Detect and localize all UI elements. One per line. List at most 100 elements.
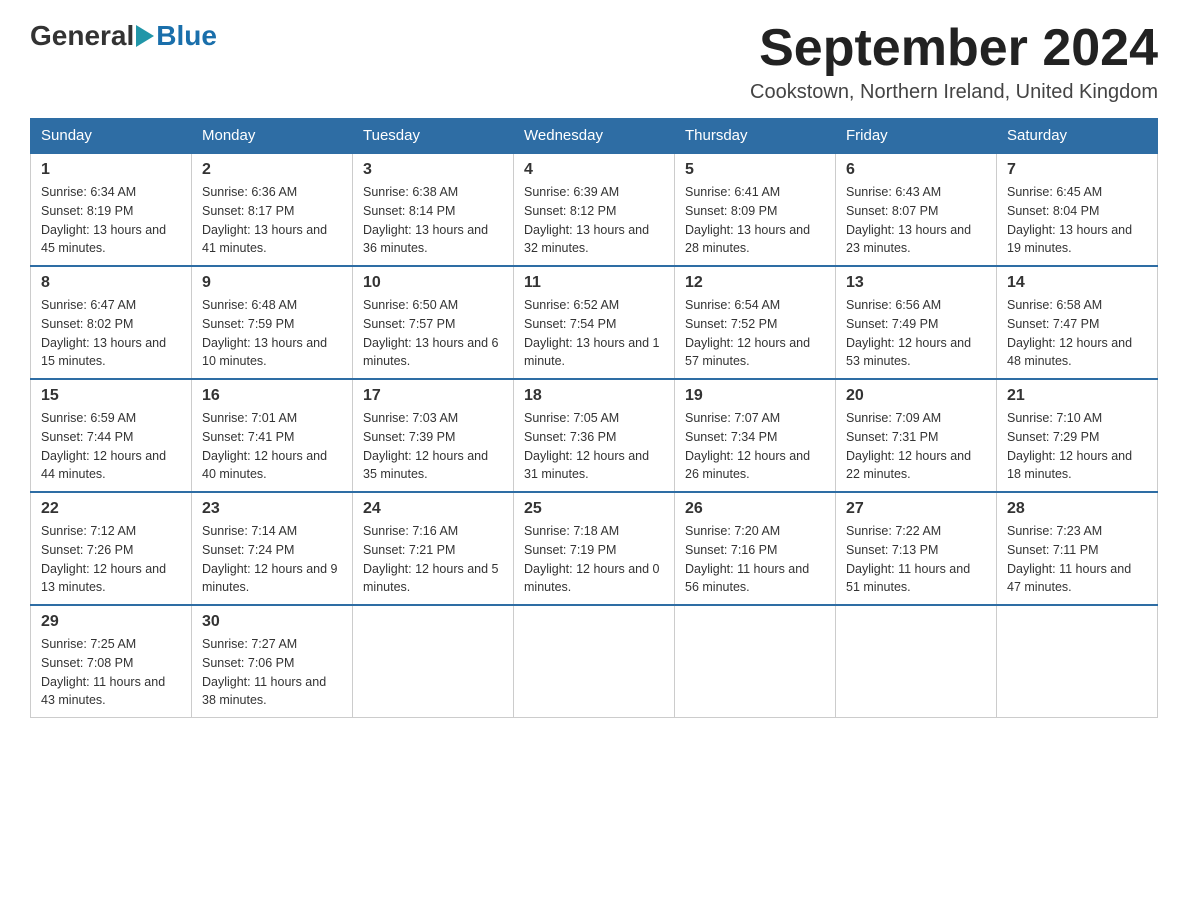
calendar-week-row: 29 Sunrise: 7:25 AMSunset: 7:08 PMDayligh… [31,605,1158,718]
calendar-cell: 23Sunrise: 7:14 AMSunset: 7:24 PMDayligh… [192,492,353,605]
calendar-header-row: SundayMondayTuesdayWednesdayThursdayFrid… [31,119,1158,154]
day-info: Sunrise: 7:20 AMSunset: 7:16 PMDaylight:… [685,522,825,597]
day-number: 26 [685,500,825,518]
day-number: 7 [1007,161,1147,179]
calendar-cell: 12 Sunrise: 6:54 AMSunset: 7:52 PMDayligh… [675,266,836,379]
calendar-cell: 5 Sunrise: 6:41 AMSunset: 8:09 PMDaylight… [675,153,836,266]
day-number: 20 [846,387,986,405]
logo-chevron-icon [136,25,154,47]
location-text: Cookstown, Northern Ireland, United King… [750,81,1158,104]
calendar-cell: 28 Sunrise: 7:23 AMSunset: 7:11 PMDayligh… [997,492,1158,605]
day-number: 1 [41,161,181,179]
col-header-friday: Friday [836,119,997,154]
calendar-cell [997,605,1158,718]
day-number: 29 [41,613,181,631]
calendar-cell: 11 Sunrise: 6:52 AMSunset: 7:54 PMDayligh… [514,266,675,379]
col-header-sunday: Sunday [31,119,192,154]
day-info: Sunrise: 6:48 AMSunset: 7:59 PMDaylight:… [202,296,342,371]
day-number: 25 [524,500,664,518]
calendar-week-row: 1 Sunrise: 6:34 AMSunset: 8:19 PMDaylight… [31,153,1158,266]
day-info: Sunrise: 6:36 AMSunset: 8:17 PMDaylight:… [202,183,342,258]
day-info: Sunrise: 6:50 AMSunset: 7:57 PMDaylight:… [363,296,503,371]
calendar-cell: 21 Sunrise: 7:10 AMSunset: 7:29 PMDayligh… [997,379,1158,492]
day-number: 19 [685,387,825,405]
day-info: Sunrise: 6:38 AMSunset: 8:14 PMDaylight:… [363,183,503,258]
calendar-cell: 24Sunrise: 7:16 AMSunset: 7:21 PMDayligh… [353,492,514,605]
day-number: 2 [202,161,342,179]
calendar-cell: 2 Sunrise: 6:36 AMSunset: 8:17 PMDaylight… [192,153,353,266]
col-header-monday: Monday [192,119,353,154]
day-number: 8 [41,274,181,292]
calendar-cell: 16 Sunrise: 7:01 AMSunset: 7:41 PMDayligh… [192,379,353,492]
day-info: Sunrise: 7:05 AMSunset: 7:36 PMDaylight:… [524,409,664,484]
day-info: Sunrise: 6:45 AMSunset: 8:04 PMDaylight:… [1007,183,1147,258]
day-info: Sunrise: 7:09 AMSunset: 7:31 PMDaylight:… [846,409,986,484]
calendar-cell: 30 Sunrise: 7:27 AMSunset: 7:06 PMDayligh… [192,605,353,718]
day-info: Sunrise: 6:34 AMSunset: 8:19 PMDaylight:… [41,183,181,258]
calendar-cell [353,605,514,718]
calendar-cell: 20 Sunrise: 7:09 AMSunset: 7:31 PMDayligh… [836,379,997,492]
day-info: Sunrise: 7:23 AMSunset: 7:11 PMDaylight:… [1007,522,1147,597]
calendar-cell: 8Sunrise: 6:47 AMSunset: 8:02 PMDaylight… [31,266,192,379]
calendar-cell [836,605,997,718]
day-number: 16 [202,387,342,405]
day-info: Sunrise: 7:12 AMSunset: 7:26 PMDaylight:… [41,522,181,597]
day-info: Sunrise: 7:03 AMSunset: 7:39 PMDaylight:… [363,409,503,484]
month-title: September 2024 [750,20,1158,77]
day-number: 5 [685,161,825,179]
title-section: September 2024 Cookstown, Northern Irela… [750,20,1158,104]
logo-blue-text: Blue [156,20,217,52]
day-number: 22 [41,500,181,518]
day-number: 14 [1007,274,1147,292]
calendar-cell: 22 Sunrise: 7:12 AMSunset: 7:26 PMDayligh… [31,492,192,605]
day-info: Sunrise: 6:43 AMSunset: 8:07 PMDaylight:… [846,183,986,258]
day-info: Sunrise: 6:54 AMSunset: 7:52 PMDaylight:… [685,296,825,371]
day-number: 27 [846,500,986,518]
day-number: 28 [1007,500,1147,518]
day-info: Sunrise: 7:18 AMSunset: 7:19 PMDaylight:… [524,522,664,597]
day-number: 9 [202,274,342,292]
logo-general-text: General [30,20,134,52]
page-header: General Blue September 2024 Cookstown, N… [30,20,1158,104]
calendar-cell: 18 Sunrise: 7:05 AMSunset: 7:36 PMDayligh… [514,379,675,492]
day-info: Sunrise: 6:56 AMSunset: 7:49 PMDaylight:… [846,296,986,371]
calendar-cell: 4Sunrise: 6:39 AMSunset: 8:12 PMDaylight… [514,153,675,266]
day-info: Sunrise: 6:58 AMSunset: 7:47 PMDaylight:… [1007,296,1147,371]
calendar-week-row: 15Sunrise: 6:59 AMSunset: 7:44 PMDayligh… [31,379,1158,492]
day-info: Sunrise: 7:22 AMSunset: 7:13 PMDaylight:… [846,522,986,597]
calendar-cell [675,605,836,718]
day-info: Sunrise: 7:25 AMSunset: 7:08 PMDaylight:… [41,635,181,710]
day-info: Sunrise: 6:41 AMSunset: 8:09 PMDaylight:… [685,183,825,258]
day-info: Sunrise: 6:52 AMSunset: 7:54 PMDaylight:… [524,296,664,371]
calendar-cell: 27 Sunrise: 7:22 AMSunset: 7:13 PMDayligh… [836,492,997,605]
day-number: 21 [1007,387,1147,405]
calendar-cell [514,605,675,718]
calendar-cell: 7 Sunrise: 6:45 AMSunset: 8:04 PMDaylight… [997,153,1158,266]
day-number: 30 [202,613,342,631]
day-info: Sunrise: 7:27 AMSunset: 7:06 PMDaylight:… [202,635,342,710]
calendar-cell: 13Sunrise: 6:56 AMSunset: 7:49 PMDayligh… [836,266,997,379]
col-header-thursday: Thursday [675,119,836,154]
calendar-cell: 1 Sunrise: 6:34 AMSunset: 8:19 PMDaylight… [31,153,192,266]
day-number: 23 [202,500,342,518]
calendar-table: SundayMondayTuesdayWednesdayThursdayFrid… [30,118,1158,718]
day-number: 4 [524,161,664,179]
calendar-cell: 3 Sunrise: 6:38 AMSunset: 8:14 PMDaylight… [353,153,514,266]
calendar-cell: 9 Sunrise: 6:48 AMSunset: 7:59 PMDaylight… [192,266,353,379]
calendar-week-row: 22 Sunrise: 7:12 AMSunset: 7:26 PMDayligh… [31,492,1158,605]
day-number: 17 [363,387,503,405]
calendar-cell: 15Sunrise: 6:59 AMSunset: 7:44 PMDayligh… [31,379,192,492]
day-info: Sunrise: 7:16 AMSunset: 7:21 PMDaylight:… [363,522,503,597]
calendar-cell: 25 Sunrise: 7:18 AMSunset: 7:19 PMDayligh… [514,492,675,605]
logo: General Blue [30,20,217,52]
day-number: 11 [524,274,664,292]
day-number: 18 [524,387,664,405]
col-header-saturday: Saturday [997,119,1158,154]
day-number: 15 [41,387,181,405]
day-info: Sunrise: 7:01 AMSunset: 7:41 PMDaylight:… [202,409,342,484]
day-number: 3 [363,161,503,179]
day-number: 12 [685,274,825,292]
day-info: Sunrise: 7:10 AMSunset: 7:29 PMDaylight:… [1007,409,1147,484]
calendar-cell: 19Sunrise: 7:07 AMSunset: 7:34 PMDayligh… [675,379,836,492]
calendar-week-row: 8Sunrise: 6:47 AMSunset: 8:02 PMDaylight… [31,266,1158,379]
